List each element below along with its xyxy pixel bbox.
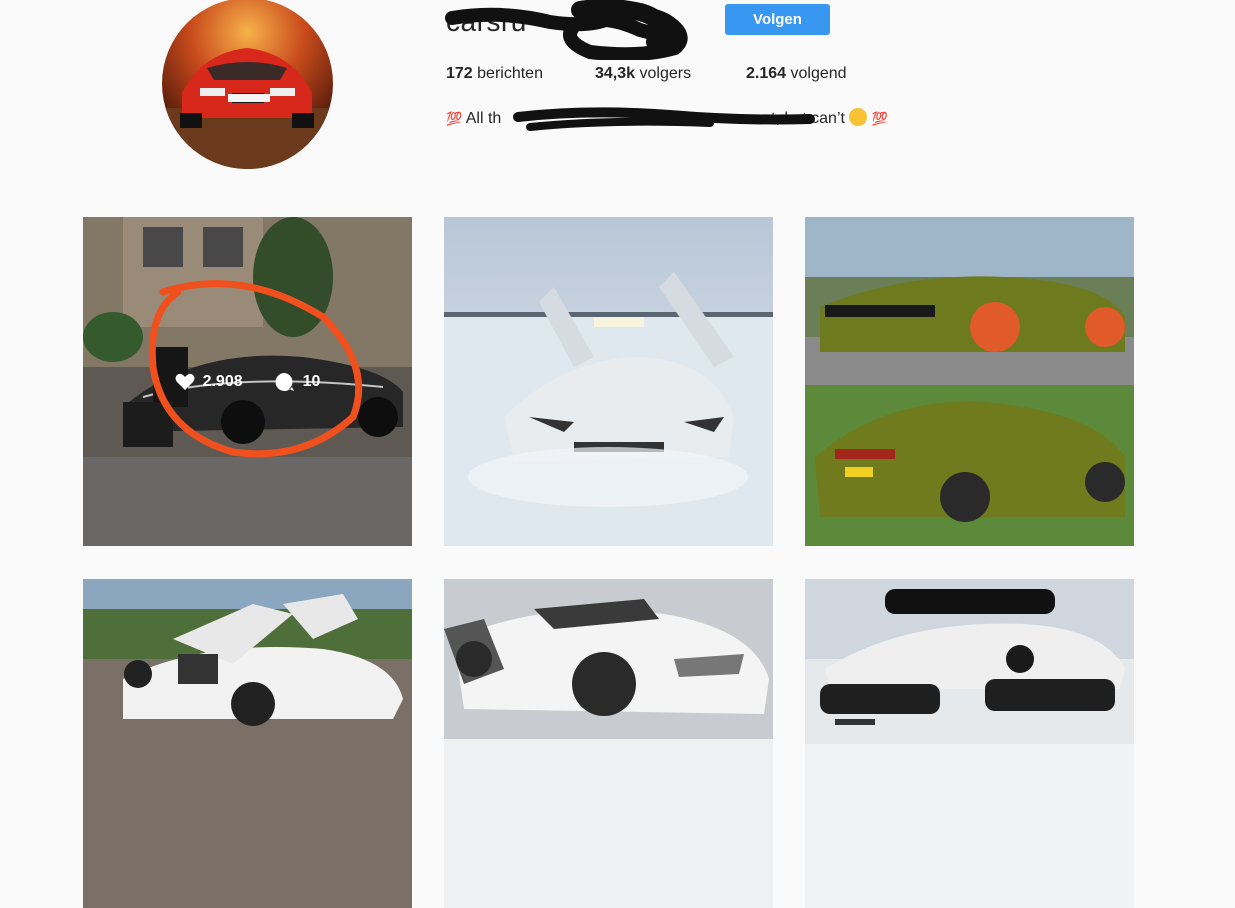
avatar-car-image xyxy=(162,48,333,169)
bio-text-start: All th xyxy=(465,110,502,128)
profile-bio: 💯 All th ant, but can’t 💯 xyxy=(446,108,889,128)
stat-followers-label: volgers xyxy=(639,65,692,82)
stat-following-count: 2.164 xyxy=(746,65,787,82)
post-image xyxy=(805,217,1134,546)
profile-avatar[interactable] xyxy=(162,0,333,169)
post-image xyxy=(805,579,1134,908)
stat-posts: 172 berichten xyxy=(446,65,543,83)
hundred-emoji-icon: 💯 xyxy=(446,111,463,127)
post-image xyxy=(83,579,412,908)
hundred-emoji-icon: 💯 xyxy=(871,111,889,127)
stat-followers[interactable]: 34,3k volgers xyxy=(595,65,691,83)
post-comments-count: 10 xyxy=(302,372,321,390)
stat-posts-count: 172 xyxy=(446,65,473,82)
stat-following[interactable]: 2.164 volgend xyxy=(746,65,847,83)
bio-text-end: ant, but can’t xyxy=(753,110,845,128)
smile-emoji-icon xyxy=(849,108,868,126)
post-image xyxy=(444,579,773,908)
post-thumbnail[interactable] xyxy=(444,579,773,908)
heart-icon xyxy=(175,373,195,390)
stat-following-label: volgend xyxy=(790,65,847,82)
post-thumbnail[interactable] xyxy=(805,217,1134,546)
stat-followers-count: 34,3k xyxy=(595,65,636,82)
post-thumbnail[interactable] xyxy=(805,579,1134,908)
post-thumbnail[interactable] xyxy=(83,579,412,908)
post-comments: 10 xyxy=(275,372,321,392)
post-thumbnail[interactable] xyxy=(444,217,773,546)
post-image xyxy=(444,217,773,546)
profile-username: carsru xyxy=(446,6,527,37)
stat-posts-label: berichten xyxy=(477,65,543,82)
post-likes-count: 2.908 xyxy=(202,372,243,390)
follow-button[interactable]: Volgen xyxy=(725,4,830,35)
post-hover-overlay: 2.908 10 xyxy=(83,217,412,546)
comment-icon xyxy=(275,372,294,391)
post-thumbnail[interactable]: 2.908 10 xyxy=(83,217,412,546)
post-likes: 2.908 xyxy=(175,373,243,391)
